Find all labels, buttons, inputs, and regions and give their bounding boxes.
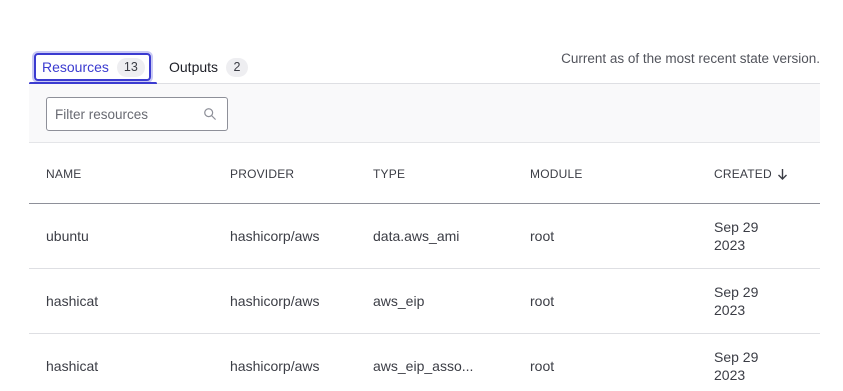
table-row[interactable]: ubuntu hashicorp/aws data.aws_ami root S… [29, 204, 820, 269]
column-header-name[interactable]: NAME [46, 167, 81, 181]
cell-provider: hashicorp/aws [230, 293, 320, 309]
cell-created-year: 2023 [714, 367, 746, 383]
cell-module: root [530, 228, 555, 244]
cell-provider: hashicorp/aws [230, 228, 320, 244]
cell-created-date: Sep 29 [714, 284, 759, 300]
column-header-created[interactable]: CREATED [714, 167, 788, 181]
tab-outputs-count-badge: 2 [226, 57, 249, 77]
table-row[interactable]: hashicat hashicorp/aws aws_eip root Sep … [29, 269, 820, 334]
tab-resources-label: Resources [42, 59, 109, 75]
cell-created-date: Sep 29 [714, 219, 759, 235]
cell-name: hashicat [46, 358, 99, 374]
column-header-provider[interactable]: PROVIDER [230, 167, 294, 181]
cell-type: aws_eip [373, 293, 425, 309]
column-header-type[interactable]: TYPE [373, 167, 405, 181]
cell-type: aws_eip_asso... [373, 358, 474, 374]
filter-field[interactable] [46, 97, 228, 131]
state-version-note: Current as of the most recent state vers… [561, 51, 820, 66]
cell-created-date: Sep 29 [714, 349, 759, 365]
resources-table: NAME PROVIDER TYPE MODULE CREATED ubuntu… [29, 143, 820, 391]
arrow-down-icon [777, 169, 787, 180]
filter-resources-input[interactable] [55, 106, 205, 122]
cell-name: hashicat [46, 293, 99, 309]
cell-module: root [530, 293, 555, 309]
table-header: NAME PROVIDER TYPE MODULE CREATED [29, 143, 820, 204]
cell-created: Sep 29 2023 [714, 283, 774, 319]
tab-outputs[interactable]: Outputs 2 [169, 53, 249, 81]
cell-type: data.aws_ami [373, 228, 460, 244]
cell-provider: hashicorp/aws [230, 358, 320, 374]
filter-bar [29, 84, 820, 143]
tab-resources-count-badge: 13 [116, 57, 145, 77]
column-header-created-label: CREATED [714, 167, 772, 181]
cell-created: Sep 29 2023 [714, 348, 774, 384]
table-row[interactable]: hashicat hashicorp/aws aws_eip_asso... r… [29, 334, 820, 391]
search-icon [204, 108, 216, 120]
tab-outputs-label: Outputs [169, 59, 219, 75]
cell-name: ubuntu [46, 228, 89, 244]
cell-created: Sep 29 2023 [714, 218, 774, 254]
cell-created-year: 2023 [714, 237, 746, 253]
cell-created-year: 2023 [714, 302, 746, 318]
tab-resources[interactable]: Resources 13 [29, 53, 157, 85]
cell-module: root [530, 358, 555, 374]
column-header-module[interactable]: MODULE [530, 167, 583, 181]
